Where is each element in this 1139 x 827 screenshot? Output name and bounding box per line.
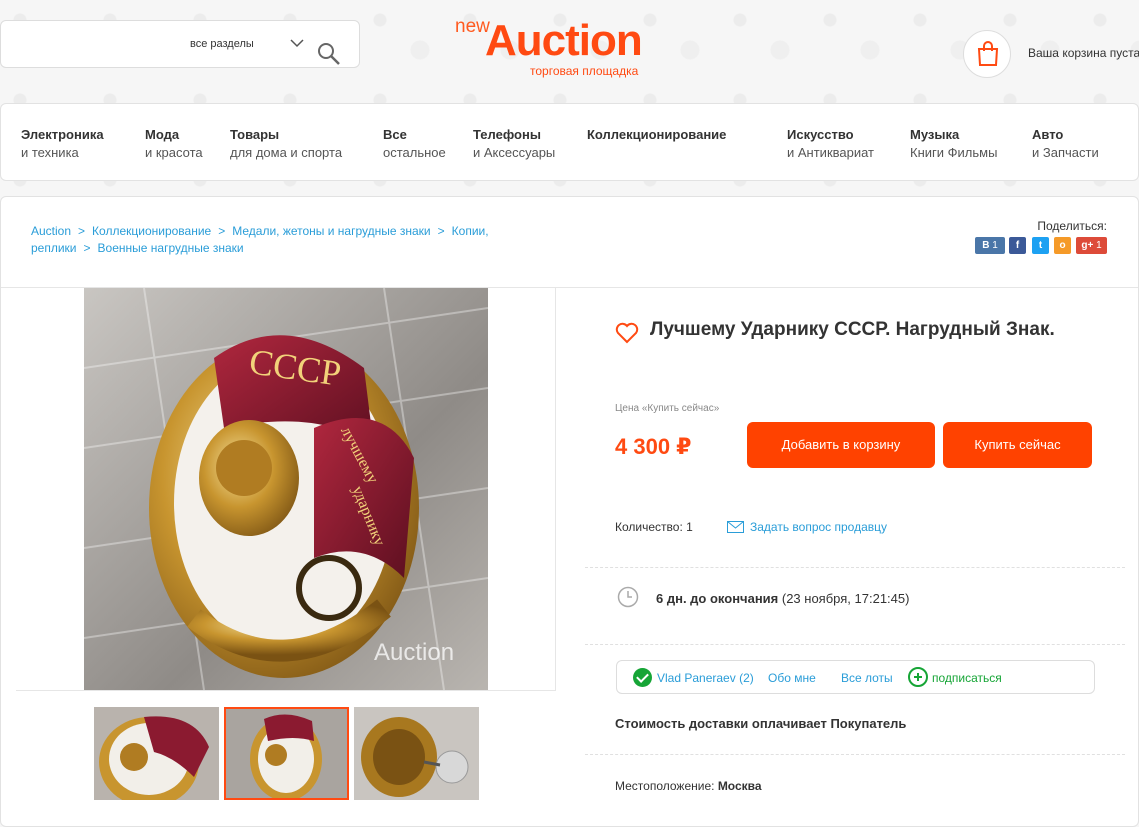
thumbnail-image[interactable] <box>354 707 479 800</box>
logo-subtitle: торговая площадка <box>530 64 639 78</box>
chevron-down-icon[interactable] <box>289 35 305 51</box>
location-info: Местоположение: Москва <box>615 779 762 793</box>
breadcrumb-link[interactable]: Auction <box>31 224 71 238</box>
auction-end-time: 6 дн. до окончания (23 ноября, 17:21:45) <box>656 591 909 606</box>
envelope-icon <box>727 521 744 533</box>
google-plus-share-button[interactable]: g+ 1 <box>1076 237 1107 254</box>
subscribe-link[interactable]: подписаться <box>932 671 1002 685</box>
shopping-bag-icon <box>977 41 999 66</box>
ends-in: 6 дн. до окончания <box>656 591 779 606</box>
breadcrumb-link[interactable]: Коллекционирование <box>92 224 211 238</box>
category-other[interactable]: Все остальное <box>383 126 446 162</box>
add-to-cart-button[interactable]: Добавить в корзину <box>747 422 935 468</box>
thumbnail-image-selected[interactable] <box>224 707 349 800</box>
category-nav: Электроника и техника Мода и красота Товар… <box>0 103 1139 181</box>
category-fashion[interactable]: Мода и красота <box>145 126 203 162</box>
category-collecting[interactable]: Коллекционирование <box>587 126 726 144</box>
all-lots-link[interactable]: Все лоты <box>841 671 893 685</box>
logo-auction: Auction <box>485 16 643 65</box>
buy-now-button[interactable]: Купить сейчас <box>943 422 1092 468</box>
location-value: Москва <box>717 779 762 793</box>
divider <box>585 567 1125 568</box>
thumbnail-image[interactable] <box>94 707 219 800</box>
category-phones[interactable]: Телефоны и Аксессуары <box>473 126 555 162</box>
seller-panel: Vlad Paneraev (2) Обо мне Все лоты подпи… <box>616 660 1095 694</box>
breadcrumb-link[interactable]: Медали, жетоны и нагрудные знаки <box>232 224 430 238</box>
facebook-share-button[interactable]: f <box>1009 237 1026 254</box>
seller-name-link[interactable]: Vlad Paneraev (2) <box>657 671 754 685</box>
shipping-info: Стоимость доставки оплачивает Покупатель <box>615 716 907 731</box>
category-auto[interactable]: Авто и Запчасти <box>1032 126 1099 162</box>
search-bar[interactable]: все разделы <box>0 20 360 68</box>
plus-circle-icon[interactable] <box>908 667 928 687</box>
vk-share-button[interactable]: В 1 <box>975 237 1005 254</box>
search-section-select[interactable]: все разделы <box>190 38 254 50</box>
product-card: Auction > Коллекционирование > Медали, жетон… <box>0 196 1139 827</box>
site-logo[interactable]: new Auction торговая площадка <box>455 14 695 80</box>
price-label: Цена «Купить сейчас» <box>615 403 720 414</box>
product-price: 4 300 ₽ <box>615 434 692 459</box>
ends-at: (23 ноября, 17:21:45) <box>781 591 910 606</box>
twitter-share-button[interactable]: t <box>1032 237 1049 254</box>
breadcrumb-link[interactable]: Военные нагрудные знаки <box>98 241 244 255</box>
product-main-image[interactable]: СССР лучшему ударнику Auction <box>84 288 488 690</box>
product-title: Лучшему Ударнику СССР. Нагрудный Знак. <box>650 319 1055 340</box>
divider <box>555 288 556 690</box>
category-home[interactable]: Товары для дома и спорта <box>230 126 342 162</box>
divider <box>585 754 1125 755</box>
divider <box>585 644 1125 645</box>
image-watermark: Auction <box>374 639 454 666</box>
about-seller-link[interactable]: Обо мне <box>768 671 816 685</box>
badge-illustration: СССР лучшему ударнику Auction <box>84 288 488 690</box>
quantity-info: Количество: 1 <box>615 520 693 534</box>
breadcrumb: Auction > Коллекционирование > Медали, жетон… <box>31 224 489 255</box>
odnoklassniki-share-button[interactable]: o <box>1054 237 1071 254</box>
heart-icon[interactable] <box>615 322 639 344</box>
cart-status[interactable]: Ваша корзина пуста <box>1028 46 1139 60</box>
divider <box>16 690 556 691</box>
location-label: Местоположение: <box>615 779 715 793</box>
clock-icon <box>617 586 639 608</box>
verified-check-icon <box>633 668 652 687</box>
ask-seller-link[interactable]: Задать вопрос продавцу <box>727 520 887 534</box>
quantity-value: 1 <box>686 520 693 534</box>
category-art[interactable]: Искусство и Антиквариат <box>787 126 874 162</box>
category-music[interactable]: Музыка Книги Фильмы <box>910 126 997 162</box>
share-label: Поделиться: <box>1037 219 1107 233</box>
cart-button[interactable] <box>963 30 1011 78</box>
category-electronics[interactable]: Электроника и техника <box>21 126 104 162</box>
quantity-label: Количество: <box>615 520 683 534</box>
search-icon[interactable] <box>317 42 341 66</box>
